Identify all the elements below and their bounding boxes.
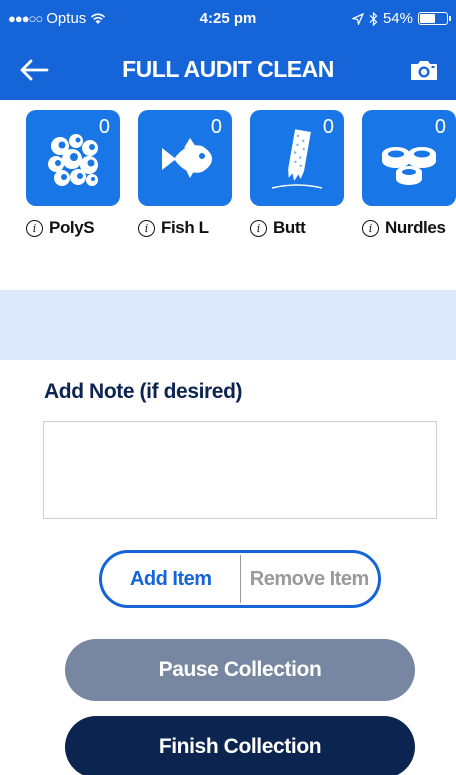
nav-bar: FULL AUDIT CLEAN	[0, 40, 456, 100]
remove-item-segment[interactable]: Remove Item	[241, 553, 379, 605]
finish-collection-button[interactable]: Finish Collection	[65, 716, 415, 775]
item-name: Fish L	[161, 218, 209, 237]
fish-icon	[162, 138, 212, 178]
nurdles-icon	[382, 147, 436, 185]
status-bar: ●●●○○ Optus 4:25 pm 54%	[0, 0, 456, 40]
camera-button[interactable]	[406, 52, 442, 88]
info-icon[interactable]: i	[362, 219, 379, 237]
info-icon[interactable]: i	[138, 219, 155, 237]
location-arrow-icon	[351, 12, 364, 25]
item-name: Nurdles	[385, 218, 446, 237]
info-icon[interactable]: i	[250, 219, 267, 237]
pause-collection-button[interactable]: Pause Collection	[65, 639, 415, 701]
item-name: PolyS	[49, 218, 95, 237]
cigarette-butt-icon	[271, 129, 323, 189]
note-input[interactable]	[43, 421, 437, 519]
litter-items-row: 0 i PolyS 0 i Fish L 0 i Butt 0 i Nurdle…	[0, 110, 456, 250]
item-label-nurdles: i Nurdles	[362, 218, 446, 238]
item-tile-butt[interactable]: 0	[250, 110, 344, 206]
item-nurdles: 0 i Nurdles	[362, 110, 456, 242]
battery-percent: 54%	[382, 10, 413, 27]
selected-items-band	[0, 290, 456, 360]
item-tile-fish-l[interactable]: 0	[138, 110, 232, 206]
page-title: FULL AUDIT CLEAN	[122, 56, 334, 82]
item-label-butt: i Butt	[250, 218, 306, 238]
item-label-polys: i PolyS	[26, 218, 95, 238]
item-tile-nurdles[interactable]: 0	[362, 110, 456, 206]
item-tile-polys[interactable]: 0	[26, 110, 120, 206]
status-right: 54%	[351, 10, 451, 27]
add-item-segment[interactable]: Add Item	[102, 553, 240, 605]
note-label: Add Note (if desired)	[44, 380, 243, 403]
battery-fill	[420, 14, 436, 23]
item-name: Butt	[273, 218, 306, 237]
camera-icon	[411, 61, 437, 80]
battery-icon	[418, 12, 451, 25]
bluetooth-icon	[369, 11, 378, 26]
polystyrene-bubbles-icon	[48, 134, 98, 186]
info-icon[interactable]: i	[26, 219, 43, 237]
item-label-fish-l: i Fish L	[138, 218, 209, 238]
item-polys: 0 i PolyS	[26, 110, 134, 242]
battery-tip	[449, 16, 451, 21]
item-butt: 0 i Butt	[250, 110, 358, 242]
add-remove-toggle: Add Item Remove Item	[99, 550, 381, 608]
item-fish-l: 0 i Fish L	[138, 110, 246, 242]
